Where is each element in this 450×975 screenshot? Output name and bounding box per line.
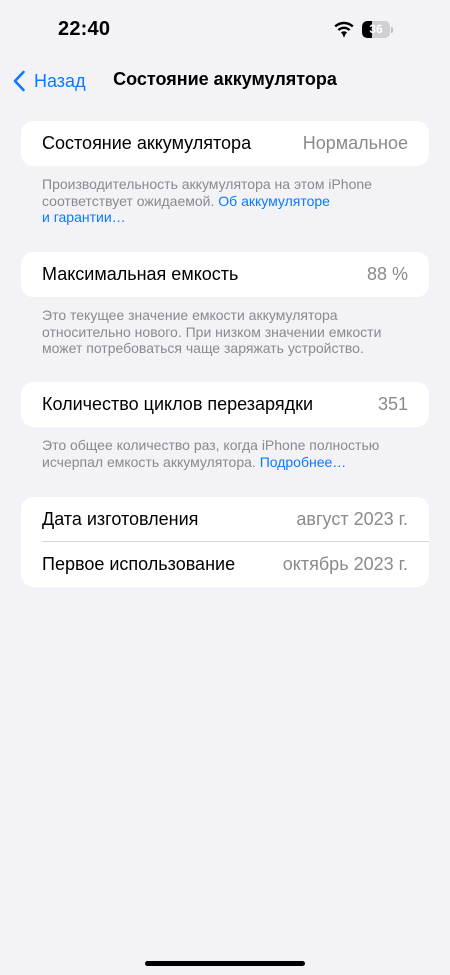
battery-level: 36 [369, 22, 383, 36]
status-bar: 22:40 36 [0, 0, 450, 60]
max-capacity-label: Максимальная емкость [42, 264, 239, 284]
wifi-icon [334, 21, 354, 38]
battery-health-row: Состояние аккумулятора Нормальное [21, 121, 429, 166]
max-capacity-footnote-text: Это текущее значение емкости аккумулятор… [42, 307, 382, 356]
cycle-count-label: Количество циклов перезарядки [42, 394, 314, 414]
status-time: 22:40 [58, 18, 111, 40]
battery-warranty-link[interactable]: Об аккумуляторе [218, 193, 330, 209]
home-indicator[interactable] [145, 961, 305, 966]
battery-health-card: Состояние аккумулятора Нормальное [21, 121, 429, 166]
cycle-count-row: Количество циклов перезарядки 351 [21, 382, 429, 427]
max-capacity-card: Максимальная емкость 88 % [21, 252, 429, 297]
max-capacity-footnote: Это текущее значение емкости аккумулятор… [42, 307, 412, 357]
cycle-count-card: Количество циклов перезарядки 351 [21, 382, 429, 427]
manufacture-date-row: Дата изготовления август 2023 г. [21, 497, 429, 542]
first-use-row: Первое использование октябрь 2023 г. [21, 542, 429, 587]
manufacture-date-value: август 2023 г. [296, 509, 408, 529]
battery-health-value: Нормальное [302, 133, 408, 153]
battery-body: 36 [362, 21, 390, 38]
page-title: Состояние аккумулятора [113, 69, 337, 89]
dates-card: Дата изготовления август 2023 г. Первое … [21, 497, 429, 587]
cycle-count-value: 351 [377, 394, 408, 414]
first-use-label: Первое использование [42, 554, 236, 574]
first-use-value: октябрь 2023 г. [282, 554, 408, 574]
navigation-bar: Назад Состояние аккумулятора [0, 60, 450, 100]
battery-health-label: Состояние аккумулятора [42, 133, 252, 153]
max-capacity-value: 88 % [366, 264, 408, 284]
manufacture-date-label: Дата изготовления [42, 509, 199, 529]
battery-icon: 36 [362, 21, 394, 38]
battery-health-footnote: Производительность аккумулятора на этом … [42, 176, 412, 226]
battery-warranty-link-continued[interactable]: и гарантии… [42, 209, 126, 225]
cycle-count-footnote: Это общее количество раз, когда iPhone п… [42, 437, 412, 470]
battery-cap [391, 27, 393, 33]
max-capacity-row: Максимальная емкость 88 % [21, 252, 429, 297]
learn-more-link[interactable]: Подробнее… [260, 454, 347, 470]
